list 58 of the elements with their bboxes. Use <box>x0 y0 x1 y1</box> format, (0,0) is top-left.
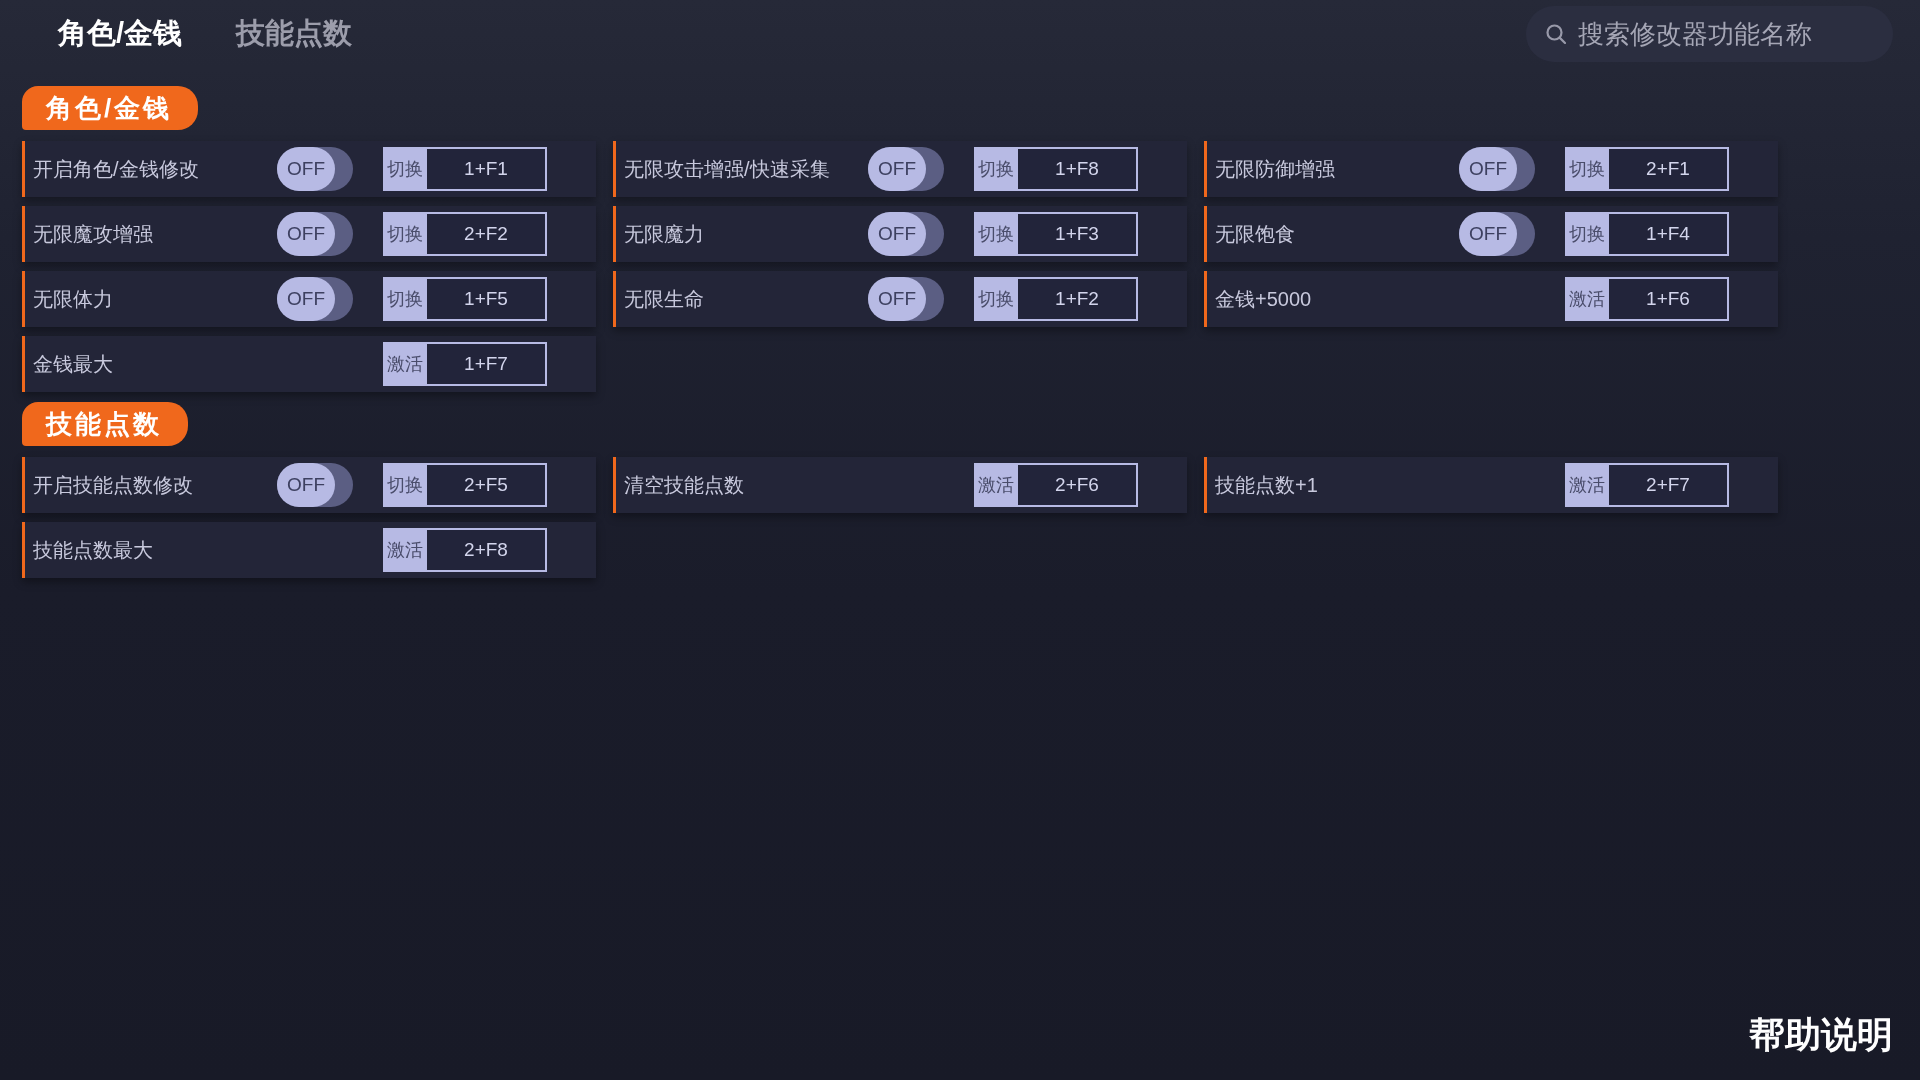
category-tab[interactable]: 技能点数 <box>236 14 353 54</box>
option-label: 无限防御增强 <box>1215 156 1336 182</box>
hotkey-field[interactable]: 2+F7 <box>1609 463 1729 507</box>
hotkey-field[interactable]: 2+F6 <box>1018 463 1138 507</box>
action-button[interactable]: 切换 <box>1565 147 1609 191</box>
section-header: 角色/金钱 <box>22 86 199 130</box>
action-button[interactable]: 激活 <box>383 528 427 572</box>
action-button[interactable]: 激活 <box>974 463 1018 507</box>
hotkey-field[interactable]: 2+F5 <box>427 463 547 507</box>
action-button[interactable]: 激活 <box>383 342 427 386</box>
action-button[interactable]: 切换 <box>974 277 1018 321</box>
option-label: 无限攻击增强/快速采集 <box>624 156 831 182</box>
action-button[interactable]: 切换 <box>1565 212 1609 256</box>
action-button[interactable]: 激活 <box>1565 277 1609 321</box>
search-icon <box>1546 24 1566 44</box>
action-button[interactable]: 激活 <box>1565 463 1609 507</box>
search-field[interactable]: 搜索修改器功能名称 <box>1526 6 1893 62</box>
section-header: 技能点数 <box>22 402 188 446</box>
hotkey-field[interactable]: 1+F4 <box>1609 212 1729 256</box>
action-button[interactable]: 切换 <box>383 147 427 191</box>
option-label: 无限魔攻增强 <box>33 221 154 247</box>
toggle-switch[interactable]: OFF <box>277 212 353 256</box>
hotkey-field[interactable]: 1+F5 <box>427 277 547 321</box>
toggle-switch[interactable]: OFF <box>868 212 944 256</box>
toggle-switch[interactable]: OFF <box>868 277 944 321</box>
option-label: 技能点数+1 <box>1215 472 1319 498</box>
option-label: 无限体力 <box>33 286 114 312</box>
option-label: 金钱最大 <box>33 351 114 377</box>
hotkey-field[interactable]: 1+F7 <box>427 342 547 386</box>
option-label: 金钱+5000 <box>1215 286 1313 312</box>
toggle-switch[interactable]: OFF <box>277 463 353 507</box>
toggle-switch[interactable]: OFF <box>1459 212 1535 256</box>
action-button[interactable]: 切换 <box>974 212 1018 256</box>
category-tab[interactable]: 角色/金钱 <box>58 14 183 54</box>
option-label: 无限生命 <box>624 286 705 312</box>
toggle-switch[interactable]: OFF <box>277 277 353 321</box>
hotkey-field[interactable]: 1+F8 <box>1018 147 1138 191</box>
option-label: 技能点数最大 <box>33 537 154 563</box>
toggle-switch[interactable]: OFF <box>1459 147 1535 191</box>
hotkey-field[interactable]: 1+F6 <box>1609 277 1729 321</box>
help-link[interactable]: 帮助说明 <box>1749 1011 1893 1060</box>
option-label: 无限饱食 <box>1215 221 1296 247</box>
hotkey-field[interactable]: 2+F8 <box>427 528 547 572</box>
hotkey-field[interactable]: 1+F2 <box>1018 277 1138 321</box>
option-label: 无限魔力 <box>624 221 705 247</box>
action-button[interactable]: 切换 <box>383 277 427 321</box>
option-label: 清空技能点数 <box>624 472 745 498</box>
hotkey-field[interactable]: 2+F1 <box>1609 147 1729 191</box>
toggle-switch[interactable]: OFF <box>277 147 353 191</box>
hotkey-field[interactable]: 1+F3 <box>1018 212 1138 256</box>
option-label: 开启角色/金钱修改 <box>33 156 200 182</box>
action-button[interactable]: 切换 <box>974 147 1018 191</box>
action-button[interactable]: 切换 <box>383 212 427 256</box>
hotkey-field[interactable]: 2+F2 <box>427 212 547 256</box>
action-button[interactable]: 切换 <box>383 463 427 507</box>
hotkey-field[interactable]: 1+F1 <box>427 147 547 191</box>
toggle-switch[interactable]: OFF <box>868 147 944 191</box>
option-label: 开启技能点数修改 <box>33 472 194 498</box>
